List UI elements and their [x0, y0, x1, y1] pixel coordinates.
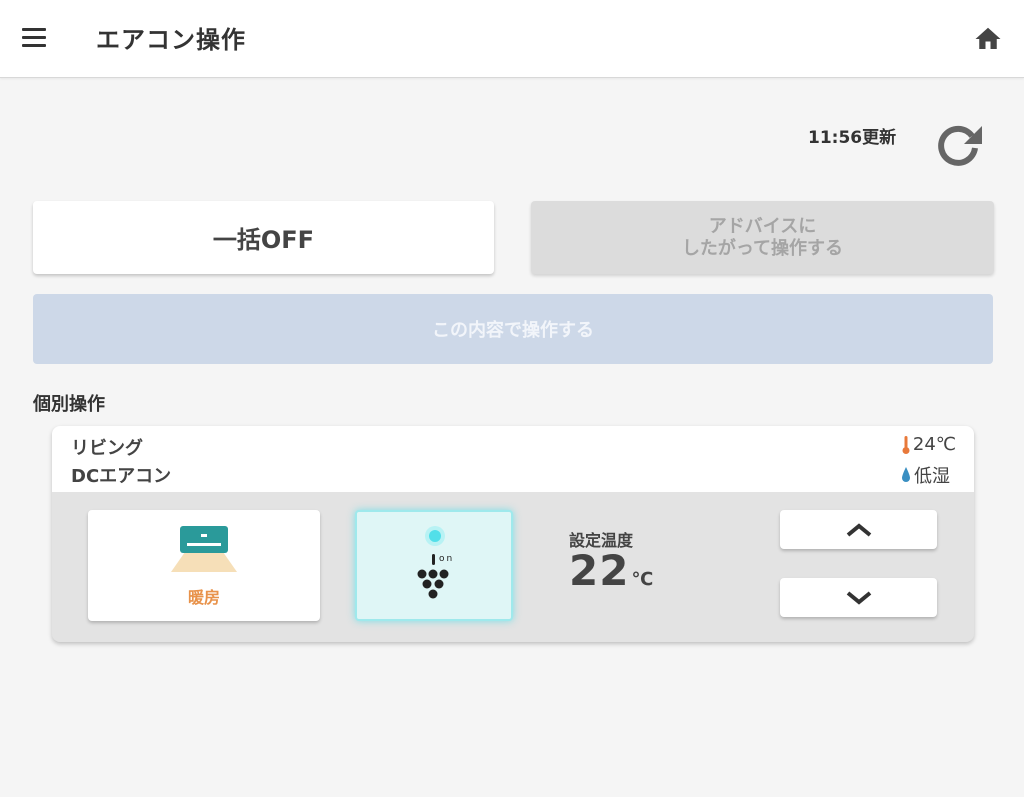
operation-mode-label: 暖房	[187, 588, 220, 607]
aircon-heating-icon	[171, 526, 237, 572]
all-off-button[interactable]: 一括OFF	[33, 201, 494, 274]
advice-label-line2: したがって操作する	[681, 237, 844, 259]
room-humidity-value: 低湿	[914, 466, 950, 487]
page-title: エアコン操作	[96, 26, 246, 54]
device-card-header: リビング DCエアコン 24℃ 低湿	[52, 426, 974, 492]
set-temperature-display: 22 ℃	[569, 546, 654, 595]
section-title-individual: 個別操作	[33, 394, 105, 415]
menu-bar	[22, 28, 46, 31]
chevron-down-icon	[846, 590, 871, 605]
device-name: DCエアコン	[71, 466, 172, 487]
plasmacluster-ion-button[interactable]: on	[355, 510, 513, 621]
home-icon-glyph	[975, 27, 1001, 49]
advice-label-line1: アドバイスに	[708, 215, 817, 237]
thermometer-icon	[902, 435, 910, 454]
device-card: リビング DCエアコン 24℃ 低湿 暖房 on 設定温度 22 ℃	[52, 426, 974, 642]
temperature-up-button[interactable]	[780, 510, 937, 549]
water-drop-icon	[902, 467, 910, 482]
home-icon[interactable]	[973, 24, 1003, 54]
follow-advice-button[interactable]: アドバイスに したがって操作する	[531, 201, 994, 274]
ion-label: on	[439, 554, 455, 564]
refresh-icon-glyph	[938, 125, 982, 166]
hamburger-menu-icon[interactable]	[20, 24, 50, 54]
set-temperature-value: 22	[569, 546, 630, 595]
menu-bar	[22, 36, 46, 39]
last-updated-text: 11:56更新	[808, 128, 897, 148]
app-header: エアコン操作	[0, 0, 1024, 78]
set-temperature-unit: ℃	[631, 569, 655, 590]
refresh-icon[interactable]	[930, 118, 986, 174]
temperature-down-button[interactable]	[780, 578, 937, 617]
room-humidity: 低湿	[901, 462, 950, 488]
room-temperature-value: 24℃	[912, 434, 956, 455]
page: エアコン操作 11:56更新 一括OFF アドバイスに したがって操作する この…	[0, 0, 1024, 797]
room-name: リビング	[71, 438, 143, 459]
room-temperature: 24℃	[902, 434, 956, 455]
menu-bar	[22, 44, 46, 47]
apply-settings-button[interactable]: この内容で操作する	[33, 294, 993, 364]
chevron-up-icon	[846, 522, 871, 537]
ion-indicator-light	[425, 526, 445, 546]
operation-mode-button[interactable]: 暖房	[88, 510, 320, 621]
